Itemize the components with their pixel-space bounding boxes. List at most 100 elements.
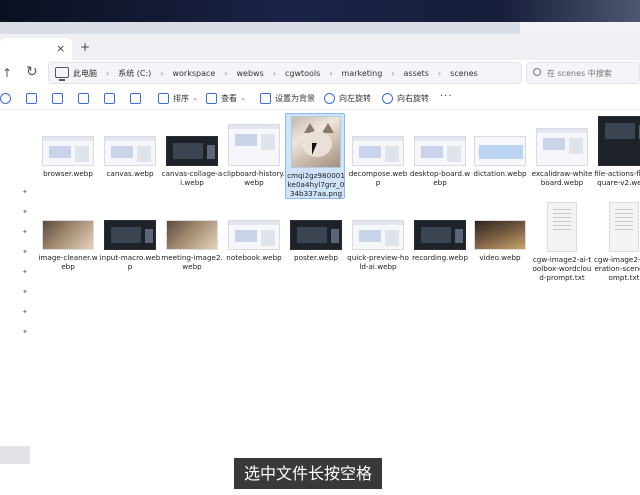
- breadcrumb: 此电脑 › 系统 (C:) › workspace › webws › cgwt…: [73, 66, 478, 80]
- desktop-background-icon: [260, 92, 271, 104]
- file-item[interactable]: cgw-image2-generation-scene-prompt.txt: [593, 202, 640, 282]
- breadcrumb-item[interactable]: workspace: [172, 69, 215, 78]
- rotate-right-label: 向右旋转: [397, 93, 429, 103]
- pin-icon[interactable]: ✦: [22, 308, 28, 316]
- rotate-left-icon: [324, 92, 335, 104]
- file-name: file-actions-flip-square-v2.webp: [594, 169, 640, 187]
- delete-button[interactable]: [130, 90, 145, 106]
- refresh-icon[interactable]: ↻: [26, 64, 38, 80]
- breadcrumb-separator-icon[interactable]: ›: [273, 69, 276, 78]
- file-name: canvas-collage-ai.webp: [161, 169, 223, 187]
- file-item[interactable]: cgw-image2-ai-toolbox-wordcloud-prompt.t…: [531, 202, 593, 282]
- file-item[interactable]: file-actions-flip-square-v2.webp: [593, 116, 640, 187]
- file-item[interactable]: canvas.webp: [99, 136, 161, 178]
- file-name: decompose.webp: [348, 169, 408, 187]
- image-thumbnail: [598, 116, 640, 166]
- breadcrumb-item[interactable]: scenes: [450, 69, 478, 78]
- search-input[interactable]: 在 scenes 中搜索: [526, 62, 640, 84]
- breadcrumb-separator-icon[interactable]: ›: [160, 69, 163, 78]
- pin-icon[interactable]: ✦: [22, 188, 28, 196]
- breadcrumb-item[interactable]: 此电脑: [73, 68, 97, 79]
- breadcrumb-item[interactable]: 系统 (C:): [118, 68, 151, 79]
- copy-icon: [26, 92, 37, 104]
- share-button[interactable]: [104, 90, 119, 106]
- cut-button[interactable]: [0, 90, 15, 106]
- view-button[interactable]: 查看 ⌄: [206, 90, 246, 106]
- tab-bar: × +: [0, 34, 640, 60]
- text-file-thumbnail: [547, 202, 577, 252]
- file-item[interactable]: browser.webp: [37, 136, 99, 178]
- pin-icon[interactable]: ✦: [22, 248, 28, 256]
- tab-close-icon[interactable]: ×: [56, 43, 65, 54]
- set-background-button[interactable]: 设置为背景: [260, 90, 315, 106]
- rotate-left-button[interactable]: 向左旋转: [324, 90, 371, 106]
- file-item[interactable]: image-cleaner.webp: [37, 220, 99, 271]
- image-thumbnail: [414, 220, 466, 250]
- image-thumbnail: [474, 220, 526, 250]
- file-name: canvas.webp: [106, 169, 154, 178]
- breadcrumb-separator-icon[interactable]: ›: [224, 69, 227, 78]
- file-list-pane: ✦ ✦ ✦ ✦ ✦ ✦ ✦ ✦ browser.webp canvas.webp…: [0, 110, 640, 495]
- file-name: video.webp: [479, 253, 521, 262]
- tab-scenes[interactable]: ×: [0, 38, 72, 60]
- file-name: dictation.webp: [473, 169, 527, 178]
- share-icon: [104, 92, 115, 104]
- new-tab-icon[interactable]: +: [80, 41, 90, 53]
- file-item[interactable]: meeting-image2.webp: [161, 220, 223, 271]
- view-label: 查看: [221, 93, 237, 103]
- breadcrumb-item[interactable]: assets: [404, 69, 429, 78]
- chevron-down-icon: ⌄: [240, 94, 246, 102]
- file-item[interactable]: decompose.webp: [347, 136, 409, 187]
- pin-icon[interactable]: ✦: [22, 288, 28, 296]
- file-item[interactable]: quick-preview-hold-ai.webp: [347, 220, 409, 271]
- file-item[interactable]: input-macro.webp: [99, 220, 161, 271]
- image-thumbnail: [228, 124, 280, 166]
- breadcrumb-item[interactable]: marketing: [342, 69, 383, 78]
- file-item-selected[interactable]: cmqi2gz980001ke0a4hyl7grz_034b337aa.png: [285, 113, 345, 199]
- address-bar-row: ↑ ↻ 此电脑 › 系统 (C:) › workspace › webws › …: [0, 60, 640, 86]
- image-thumbnail: [42, 220, 94, 250]
- trash-icon: [130, 92, 141, 104]
- breadcrumb-item[interactable]: webws: [237, 69, 264, 78]
- address-box[interactable]: 此电脑 › 系统 (C:) › workspace › webws › cgwt…: [48, 62, 522, 84]
- rename-button[interactable]: [78, 90, 93, 106]
- search-icon: [533, 68, 541, 76]
- breadcrumb-separator-icon[interactable]: ›: [106, 69, 109, 78]
- mouse-cursor-icon: [312, 143, 322, 155]
- file-item[interactable]: clipboard-history.webp: [223, 124, 285, 187]
- image-thumbnail: [166, 136, 218, 166]
- image-thumbnail: [104, 220, 156, 250]
- sort-button[interactable]: 排序 ⌄: [158, 90, 198, 106]
- file-item[interactable]: canvas-collage-ai.webp: [161, 136, 223, 187]
- file-name: clipboard-history.webp: [223, 169, 285, 187]
- horizontal-scrollbar-thumb[interactable]: [0, 446, 30, 464]
- pin-icon[interactable]: ✦: [22, 208, 28, 216]
- file-item[interactable]: excalidraw-whiteboard.webp: [531, 128, 593, 187]
- breadcrumb-separator-icon[interactable]: ›: [438, 69, 441, 78]
- breadcrumb-separator-icon[interactable]: ›: [391, 69, 394, 78]
- pin-icon[interactable]: ✦: [22, 228, 28, 236]
- more-options-icon[interactable]: ···: [440, 91, 453, 102]
- file-name: poster.webp: [294, 253, 338, 262]
- paste-button[interactable]: [52, 90, 67, 106]
- image-thumbnail: [352, 220, 404, 250]
- breadcrumb-item[interactable]: cgwtools: [285, 69, 320, 78]
- text-file-thumbnail: [609, 202, 639, 252]
- file-item[interactable]: video.webp: [469, 220, 531, 262]
- file-item[interactable]: notebook.webp: [223, 220, 285, 262]
- file-item[interactable]: desktop-board.webp: [409, 136, 471, 187]
- copy-button[interactable]: [26, 90, 41, 106]
- rotate-right-button[interactable]: 向右旋转: [382, 90, 429, 106]
- pin-icon[interactable]: ✦: [22, 328, 28, 336]
- breadcrumb-separator-icon[interactable]: ›: [329, 69, 332, 78]
- up-arrow-icon[interactable]: ↑: [2, 66, 12, 80]
- file-name: cgw-image2-generation-scene-prompt.txt: [593, 255, 640, 282]
- file-name: desktop-board.webp: [409, 169, 471, 187]
- file-item[interactable]: poster.webp: [285, 220, 347, 262]
- search-placeholder: 在 scenes 中搜索: [547, 69, 612, 78]
- file-item[interactable]: dictation.webp: [469, 136, 531, 178]
- file-item[interactable]: recording.webp: [409, 220, 471, 262]
- file-name: recording.webp: [412, 253, 468, 262]
- pin-icon[interactable]: ✦: [22, 268, 28, 276]
- file-name: browser.webp: [43, 169, 93, 178]
